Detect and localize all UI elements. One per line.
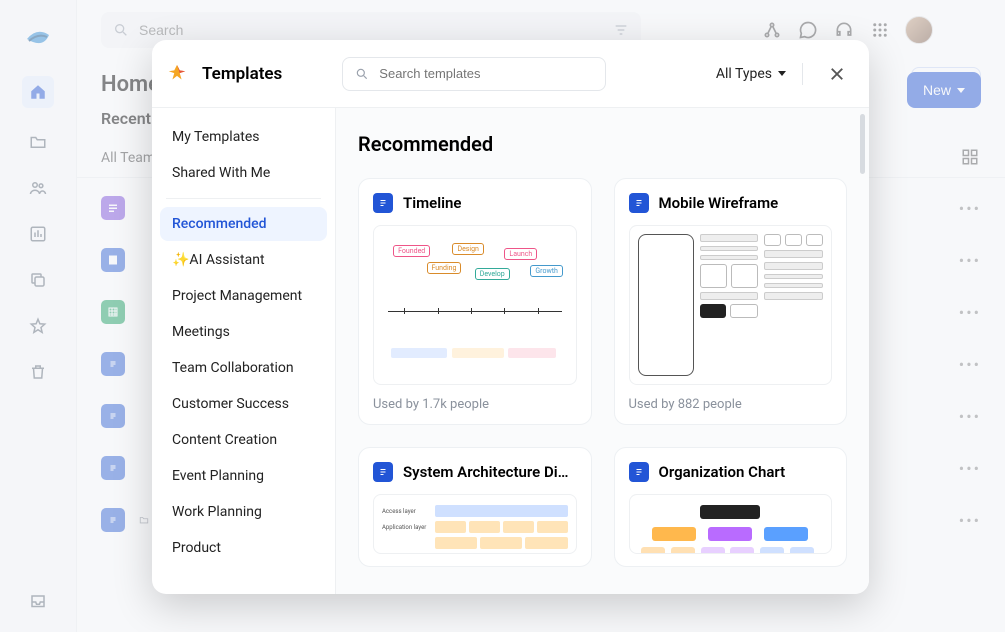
- nav-dashboard[interactable]: [26, 222, 50, 246]
- chevron-down-icon: [778, 71, 786, 76]
- new-button-label: New: [923, 82, 951, 98]
- nav-home[interactable]: [22, 76, 54, 108]
- template-search-input[interactable]: [379, 66, 593, 81]
- doc-icon: [373, 193, 393, 213]
- modal-title: Templates: [202, 64, 282, 84]
- doc-type-icon: [101, 248, 125, 272]
- type-filter[interactable]: All Types: [716, 63, 803, 85]
- doc-type-icon: [101, 456, 125, 480]
- sidebar-item-ai-assistant[interactable]: ✨AI Assistant: [160, 243, 327, 277]
- card-title: Timeline: [403, 194, 461, 212]
- sidebar-divider: [166, 198, 321, 199]
- content-heading: Recommended: [358, 132, 847, 156]
- sidebar-item-content-creation[interactable]: Content Creation: [160, 423, 327, 457]
- card-title: System Architecture Di…: [403, 463, 568, 481]
- apps-icon[interactable]: [869, 19, 891, 41]
- card-title: Mobile Wireframe: [659, 194, 779, 212]
- new-button[interactable]: New: [907, 72, 981, 108]
- sidebar-item-recommended[interactable]: Recommended: [160, 207, 327, 241]
- row-more-icon[interactable]: •••: [959, 407, 981, 426]
- folder-icon: [139, 515, 149, 525]
- card-preview: [629, 494, 833, 554]
- chevron-down-icon: [957, 88, 965, 93]
- sidebar-item-my-templates[interactable]: My Templates: [160, 120, 327, 154]
- row-more-icon[interactable]: •••: [959, 199, 981, 218]
- templates-modal: Templates All Types My Templates Shared …: [152, 40, 869, 594]
- sidebar-item-customer-success[interactable]: Customer Success: [160, 387, 327, 421]
- doc-icon: [373, 462, 393, 482]
- global-search-input[interactable]: [139, 22, 603, 38]
- row-more-icon[interactable]: •••: [959, 459, 981, 478]
- templates-logo-icon: [166, 63, 188, 85]
- chat-icon[interactable]: [797, 19, 819, 41]
- type-filter-label: All Types: [716, 66, 772, 82]
- row-more-icon[interactable]: •••: [959, 303, 981, 322]
- close-button[interactable]: [825, 62, 849, 86]
- template-card-system-architecture[interactable]: System Architecture Di… Access layer App…: [358, 447, 592, 567]
- row-more-icon[interactable]: •••: [959, 251, 981, 270]
- doc-type-icon: [101, 352, 125, 376]
- grid-view-icon[interactable]: [961, 148, 981, 168]
- card-meta: Used by 882 people: [629, 397, 833, 412]
- sidebar-item-work-planning[interactable]: Work Planning: [160, 495, 327, 529]
- sidebar-item-meetings[interactable]: Meetings: [160, 315, 327, 349]
- row-more-icon[interactable]: •••: [959, 511, 981, 530]
- nav-trash[interactable]: [26, 360, 50, 384]
- card-title: Organization Chart: [659, 463, 786, 481]
- filter-icon[interactable]: [613, 22, 629, 38]
- nav-folder[interactable]: [26, 130, 50, 154]
- nav-inbox[interactable]: [26, 590, 50, 614]
- template-card-timeline[interactable]: Timeline Founded Funding Design Develop …: [358, 178, 592, 425]
- row-more-icon[interactable]: •••: [959, 355, 981, 374]
- template-search[interactable]: [342, 57, 606, 91]
- sidebar-item-project-management[interactable]: Project Management: [160, 279, 327, 313]
- template-card-mobile-wireframe[interactable]: Mobile Wireframe: [614, 178, 848, 425]
- close-icon: [828, 65, 846, 83]
- nav-people[interactable]: [26, 176, 50, 200]
- app-logo: [22, 22, 54, 54]
- share-icon[interactable]: [761, 19, 783, 41]
- modal-header: Templates All Types: [152, 40, 869, 108]
- card-preview: Founded Funding Design Develop Launch Gr…: [373, 225, 577, 385]
- doc-type-icon: [101, 196, 125, 220]
- headset-icon[interactable]: [833, 19, 855, 41]
- doc-type-icon: [101, 404, 125, 428]
- sidebar-item-product[interactable]: Product: [160, 531, 327, 565]
- left-rail: [0, 0, 77, 632]
- doc-icon: [629, 462, 649, 482]
- doc-icon: [629, 193, 649, 213]
- doc-type-icon: [101, 508, 125, 532]
- search-icon: [113, 22, 129, 38]
- templates-content: Recommended Timeline Founded Funding: [336, 108, 869, 594]
- scrollbar[interactable]: [860, 114, 865, 174]
- card-meta: Used by 1.7k people: [373, 397, 577, 412]
- nav-copy[interactable]: [26, 268, 50, 292]
- card-preview: Access layer Application layer: [373, 494, 577, 554]
- search-icon: [355, 67, 369, 81]
- card-preview: [629, 225, 833, 385]
- sidebar-item-team-collaboration[interactable]: Team Collaboration: [160, 351, 327, 385]
- sidebar-item-shared[interactable]: Shared With Me: [160, 156, 327, 190]
- sidebar-item-event-planning[interactable]: Event Planning: [160, 459, 327, 493]
- doc-type-icon: [101, 300, 125, 324]
- nav-star[interactable]: [26, 314, 50, 338]
- avatar[interactable]: [905, 16, 933, 44]
- template-card-organization-chart[interactable]: Organization Chart: [614, 447, 848, 567]
- modal-sidebar: My Templates Shared With Me Recommended …: [152, 108, 336, 594]
